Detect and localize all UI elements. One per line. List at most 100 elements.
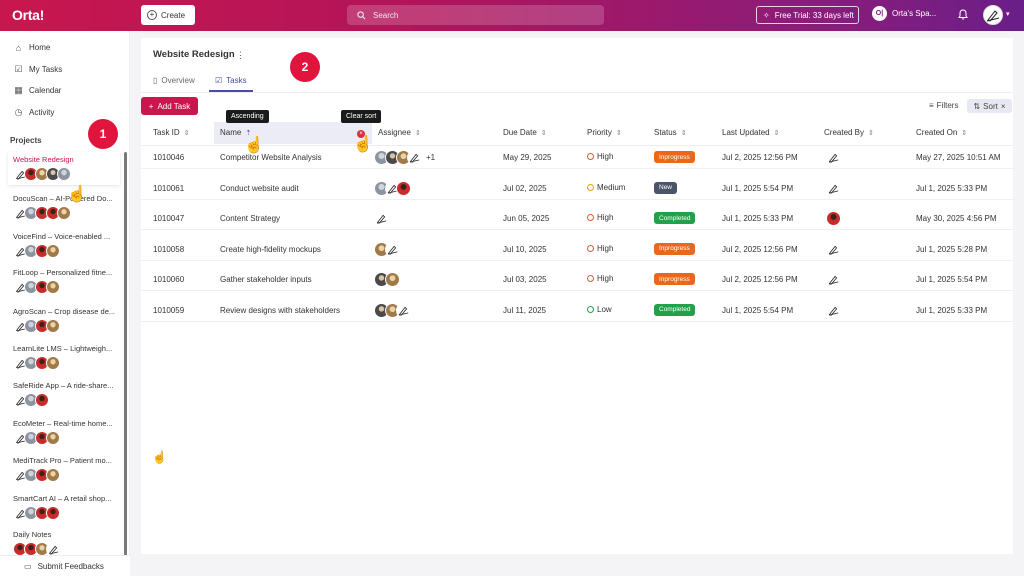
status-badge[interactable]: Inprogress — [654, 151, 695, 163]
status-badge[interactable]: Completed — [654, 303, 696, 316]
sort-icon[interactable]: ⇕ — [681, 129, 687, 137]
sidebar-project-item[interactable]: Website Redesign — [8, 152, 120, 185]
status-badge[interactable]: Inprogress — [654, 273, 695, 285]
task-name[interactable]: Competitor Website Analysis — [220, 153, 322, 162]
row-divider — [141, 198, 1013, 200]
project-name: Website Redesign — [13, 155, 74, 164]
created-on: May 27, 2025 10:51 AM — [916, 153, 1001, 162]
assignee-group[interactable] — [374, 241, 400, 257]
signature-icon — [409, 153, 420, 163]
column-header[interactable]: Task ID ⇕ — [153, 128, 190, 137]
chevron-down-icon[interactable]: ▾ — [1006, 10, 1010, 18]
created-on: Jul 1, 2025 5:54 PM — [916, 275, 988, 284]
more-options-icon[interactable]: ⋮ — [236, 50, 245, 61]
sidebar-project-item[interactable]: DocuScan – AI-Powered Do... — [8, 194, 120, 220]
status-badge[interactable]: Inprogress — [654, 242, 695, 255]
tooltip-clear-sort: Clear sort — [341, 110, 382, 123]
column-header-label: Created By — [824, 128, 865, 137]
task-name[interactable]: Conduct website audit — [220, 184, 299, 193]
column-header[interactable]: Created On ⇕ — [916, 128, 967, 137]
sidebar-item-my-tasks[interactable]: ☑ My Tasks — [14, 64, 63, 74]
sidebar-project-item[interactable]: MediTrack Pro – Patient mo... — [8, 456, 120, 482]
column-header-label: Name — [220, 128, 242, 137]
sidebar-project-item[interactable]: VoiceFind – Voice-enabled ... — [8, 232, 120, 258]
workspace-switcher[interactable]: O| Orta's Spa... — [872, 6, 936, 21]
priority-label: High — [597, 213, 614, 222]
tab-overview[interactable]: ▯ Overview — [153, 76, 195, 85]
column-header[interactable]: Due Date ⇕ — [503, 128, 547, 137]
filter-icon: ≡ — [929, 101, 934, 110]
project-name: SafeRide App – A ride-share... — [13, 381, 114, 390]
task-name[interactable]: Content Strategy — [220, 214, 280, 223]
column-header[interactable]: Status ⇕ — [654, 128, 687, 137]
avatar — [46, 280, 60, 294]
created-on: Jul 1, 2025 5:33 PM — [916, 183, 988, 193]
bell-icon[interactable] — [958, 9, 968, 22]
sidebar: ⌂ Home ☑ My Tasks ▦ Calendar ◷ Activity … — [0, 31, 130, 576]
sort-icon[interactable]: ⇕ — [541, 129, 547, 137]
sidebar-project-item[interactable]: AgroScan – Crop disease de... — [8, 307, 120, 333]
add-task-button[interactable]: + Add Task — [141, 97, 198, 115]
column-header[interactable]: Last Updated ⇕ — [722, 128, 779, 137]
avatar-group — [8, 393, 120, 407]
sidebar-project-item[interactable]: LearnLite LMS – Lightweigh... — [8, 344, 120, 370]
column-header-label: Priority — [587, 128, 612, 137]
sidebar-project-item[interactable]: FitLoop – Personalized fitne... — [8, 268, 120, 294]
sidebar-project-item[interactable]: SmartCart AI – A retail shop... — [8, 494, 120, 520]
avatar-group — [8, 167, 120, 181]
assignee-group[interactable] — [374, 180, 411, 196]
assignee-group[interactable] — [374, 272, 400, 287]
sort-icon[interactable]: ⇕ — [616, 129, 622, 137]
sort-button[interactable]: ⇅ Sort × — [967, 99, 1012, 113]
app-logo[interactable]: Orta! — [12, 7, 44, 23]
user-avatar[interactable] — [983, 5, 1003, 25]
pointer-hand-icon: ☝ — [353, 136, 373, 153]
sidebar-item-label: My Tasks — [29, 65, 63, 74]
sidebar-scrollbar[interactable] — [124, 152, 127, 567]
sidebar-item-home[interactable]: ⌂ Home — [14, 43, 51, 53]
status-badge[interactable]: Completed — [654, 212, 696, 224]
assignee-group[interactable]: +1 — [374, 150, 435, 165]
column-header[interactable]: Assignee ⇕ — [378, 128, 421, 137]
created-by — [826, 180, 841, 196]
sidebar-project-item[interactable]: EcoMeter – Real-time home... — [8, 419, 120, 445]
sort-icon[interactable]: ⇕ — [868, 129, 874, 137]
task-id: 1010059 — [153, 305, 185, 315]
avatar — [46, 431, 60, 445]
filters-button[interactable]: ≡ Filters — [929, 101, 958, 110]
close-icon[interactable]: × — [1001, 102, 1006, 111]
avatar — [57, 206, 71, 220]
task-name[interactable]: Gather stakeholder inputs — [220, 275, 312, 284]
assignee-group[interactable] — [374, 211, 389, 226]
sidebar-project-item[interactable]: Daily Notes — [8, 530, 120, 556]
assignee-group[interactable] — [374, 302, 411, 318]
signature-avatar — [374, 211, 389, 226]
created-by — [826, 150, 841, 165]
search-input[interactable]: Search — [347, 5, 604, 25]
submit-feedback-button[interactable]: ▭ Submit Feedbacks — [0, 555, 130, 576]
status-badge[interactable]: New — [654, 181, 678, 194]
workspace-logo: O| — [872, 6, 887, 21]
search-placeholder: Search — [373, 10, 399, 20]
pointer-hand-icon: ☝ — [244, 137, 264, 154]
due-date: May 29, 2025 — [503, 153, 552, 162]
sidebar-project-item[interactable]: SafeRide App – A ride-share... — [8, 381, 120, 407]
sidebar-item-calendar[interactable]: ▦ Calendar — [14, 85, 61, 95]
column-header[interactable]: Created By ⇕ — [824, 128, 874, 137]
sidebar-item-activity[interactable]: ◷ Activity — [14, 107, 55, 117]
tab-tasks[interactable]: ☑ Tasks — [215, 76, 247, 85]
sort-icon[interactable]: ⇕ — [961, 129, 967, 137]
create-button[interactable]: + Create — [141, 5, 195, 25]
sidebar-item-label: Activity — [29, 108, 55, 117]
free-trial-button[interactable]: ✧ Free Trial: 33 days left — [756, 6, 859, 24]
avatar — [46, 356, 60, 370]
task-name[interactable]: Review designs with stakeholders — [220, 306, 340, 315]
sort-icon[interactable]: ⇕ — [774, 129, 780, 137]
priority-icon — [587, 214, 594, 221]
sort-icon[interactable]: ⇕ — [184, 129, 190, 137]
sort-icon[interactable]: ⇕ — [415, 129, 421, 137]
task-name[interactable]: Create high-fidelity mockups — [220, 245, 321, 254]
column-header[interactable]: Priority ⇕ — [587, 128, 622, 137]
document-icon: ▯ — [153, 76, 158, 85]
priority-icon — [587, 244, 594, 252]
